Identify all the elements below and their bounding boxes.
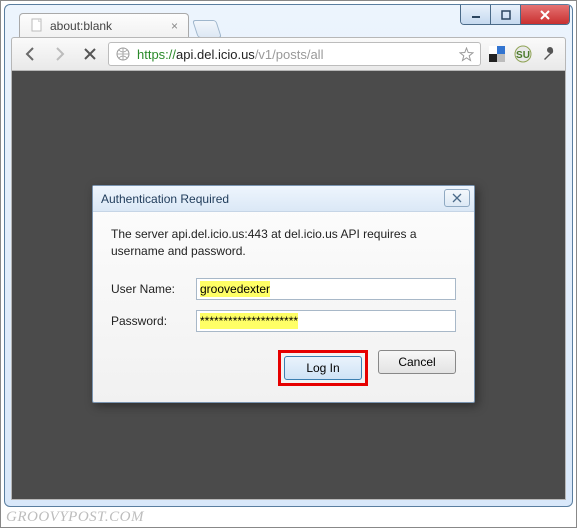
forward-button[interactable]	[48, 42, 72, 66]
back-button[interactable]	[18, 42, 42, 66]
svg-text:SU: SU	[516, 50, 530, 61]
dialog-message: The server api.del.icio.us:443 at del.ic…	[111, 226, 456, 260]
bookmark-star-icon[interactable]	[458, 46, 474, 62]
url-path: /v1/posts/all	[255, 47, 324, 62]
minimize-button[interactable]	[461, 5, 491, 24]
dialog-close-button[interactable]	[444, 189, 470, 207]
new-tab-button[interactable]	[192, 20, 222, 38]
username-input[interactable]	[196, 278, 456, 300]
dialog-titlebar: Authentication Required	[93, 186, 474, 212]
dialog-button-row: Log In Cancel	[111, 350, 456, 386]
window-controls	[460, 5, 570, 25]
username-row: User Name: groovedexter	[111, 278, 456, 300]
cancel-button[interactable]: Cancel	[378, 350, 456, 374]
tab-strip: about:blank ×	[19, 13, 219, 38]
dialog-body: The server api.del.icio.us:443 at del.ic…	[93, 212, 474, 402]
delicious-extension-icon[interactable]	[487, 44, 507, 64]
password-label: Password:	[111, 314, 196, 328]
url-host: api.del.icio.us	[176, 47, 255, 62]
auth-dialog: Authentication Required The server api.d…	[92, 185, 475, 403]
stumbleupon-extension-icon[interactable]: SU	[513, 44, 533, 64]
password-row: Password: *********************	[111, 310, 456, 332]
login-button[interactable]: Log In	[284, 356, 362, 380]
site-icon	[115, 46, 131, 62]
browser-toolbar: https://api.del.icio.us/v1/posts/all SU	[11, 37, 566, 71]
dialog-title: Authentication Required	[101, 192, 229, 206]
tab-title: about:blank	[50, 19, 112, 33]
highlight-box: Log In	[278, 350, 368, 386]
tab-close-icon[interactable]: ×	[171, 19, 178, 33]
username-label: User Name:	[111, 282, 196, 296]
password-input[interactable]	[196, 310, 456, 332]
watermark: GROOVYPOST.COM	[6, 509, 144, 526]
window-close-button[interactable]	[521, 5, 569, 24]
url-text: https://api.del.icio.us/v1/posts/all	[137, 47, 452, 62]
wrench-menu-icon[interactable]	[539, 44, 559, 64]
maximize-button[interactable]	[491, 5, 521, 24]
screenshot-frame: about:blank × https://api.del.icio.us/v1…	[0, 0, 577, 528]
stop-button[interactable]	[78, 42, 102, 66]
browser-tab[interactable]: about:blank ×	[19, 13, 189, 38]
address-bar[interactable]: https://api.del.icio.us/v1/posts/all	[108, 42, 481, 66]
url-scheme: https://	[137, 47, 176, 62]
page-icon	[30, 18, 44, 35]
